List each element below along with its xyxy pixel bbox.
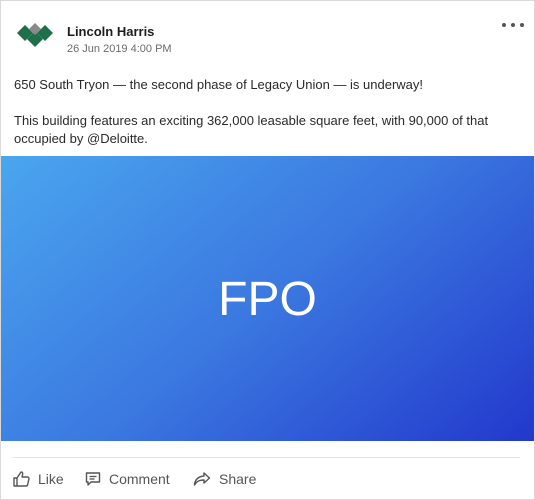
comment-icon [85,472,101,486]
thumbs-up-icon [13,471,30,487]
comment-button[interactable]: Comment [85,467,170,491]
actions-divider [13,457,520,458]
media-placeholder-label: FPO [218,273,317,326]
post-text-line: This building features an exciting 362,0… [14,113,489,146]
post-card: Lincoln Harris 26 Jun 2019 4:00 PM 650 S… [0,0,535,500]
company-logo[interactable] [17,23,53,59]
author-name[interactable]: Lincoln Harris [67,24,154,39]
post-text-line: 650 South Tryon — the second phase of Le… [14,77,424,92]
share-button[interactable]: Share [193,467,256,491]
post-header: Lincoln Harris 26 Jun 2019 4:00 PM [1,1,534,61]
post-timestamp: 26 Jun 2019 4:00 PM [67,43,172,55]
like-button[interactable]: Like [13,467,64,491]
post-text: 650 South Tryon — the second phase of Le… [14,76,519,148]
more-options-button[interactable] [500,15,526,33]
ellipsis-icon [502,23,506,27]
ellipsis-icon [520,23,524,27]
like-label: Like [38,471,64,487]
lincoln-harris-logo-icon [17,23,53,47]
share-label: Share [219,471,257,487]
share-arrow-icon [193,472,211,486]
ellipsis-icon [511,23,515,27]
comment-label: Comment [109,471,170,487]
post-actions: Like Comment Share [1,467,534,491]
post-media[interactable]: FPO [1,156,534,441]
